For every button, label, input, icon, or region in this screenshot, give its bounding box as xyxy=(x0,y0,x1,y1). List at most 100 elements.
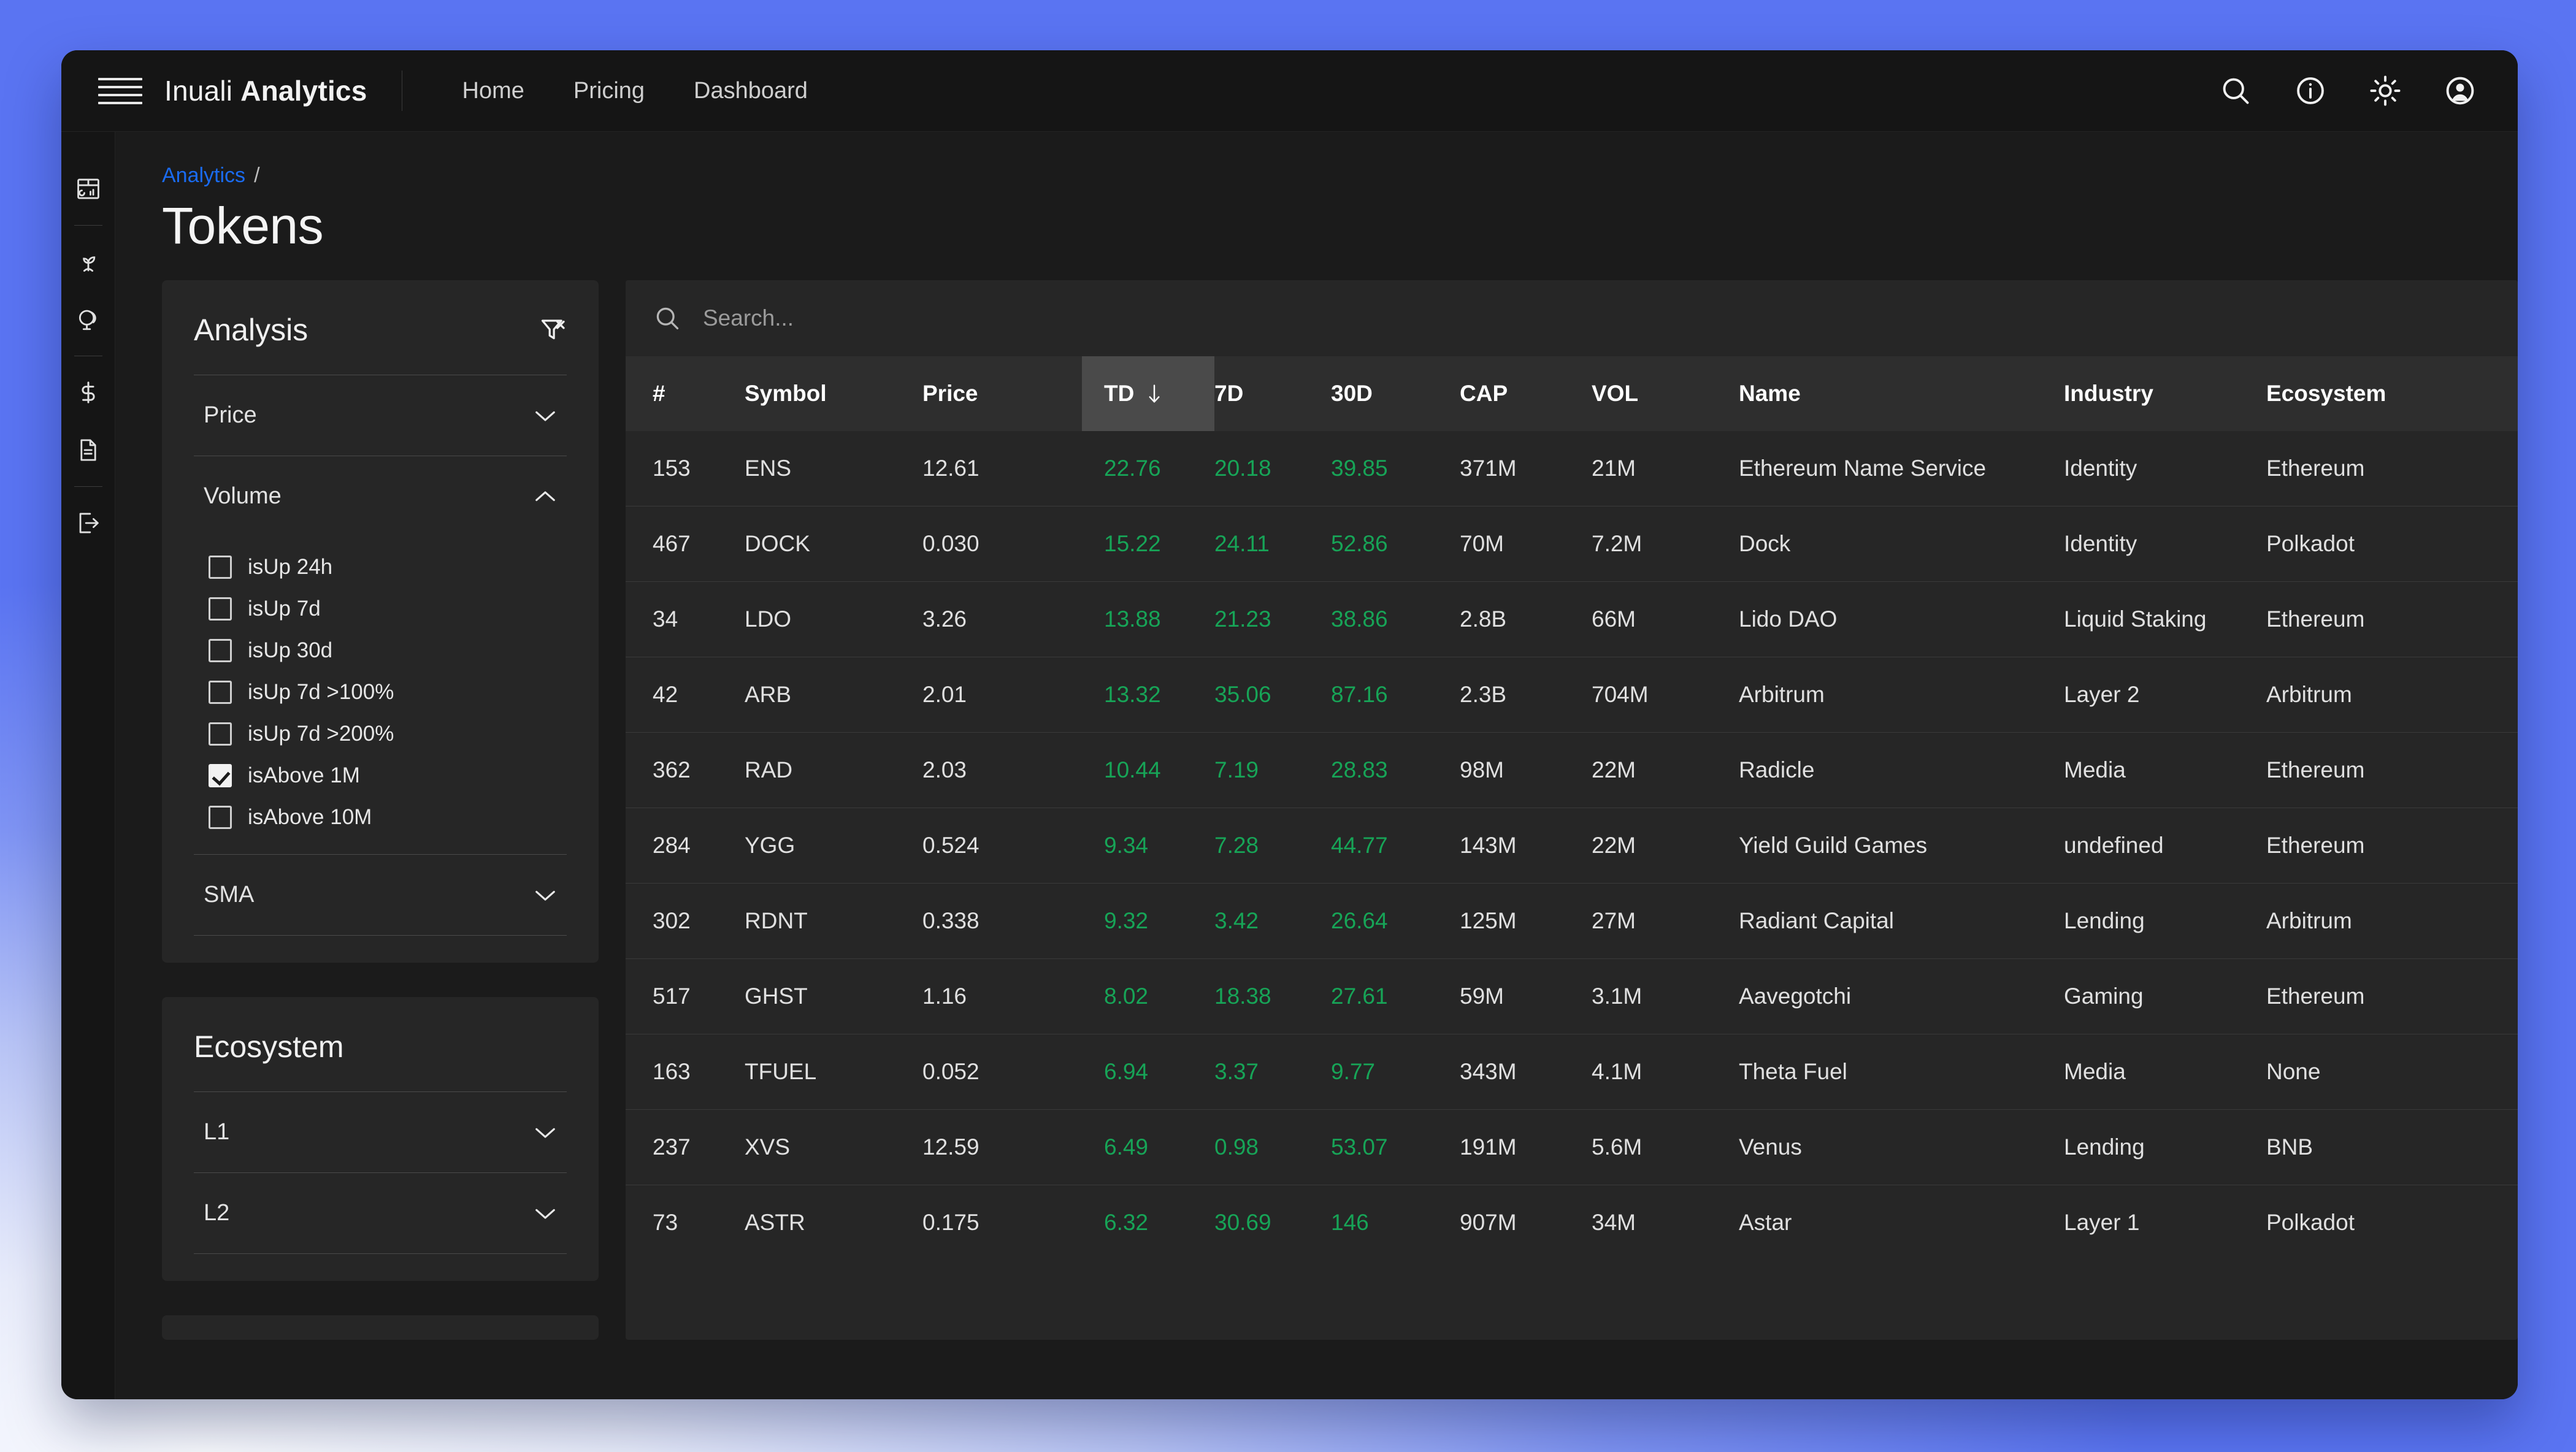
breadcrumb-separator: / xyxy=(254,164,260,187)
column-header-symbol[interactable]: Symbol xyxy=(745,356,922,431)
cell-symbol: GHST xyxy=(745,958,922,1034)
table-head: # Symbol Price TD 7D 30D CAP VOL Name In… xyxy=(626,356,2518,431)
cell-symbol: ENS xyxy=(745,456,792,481)
cell-d7: 3.37 xyxy=(1214,1034,1331,1110)
checkbox-is-above-10m[interactable]: isAbove 10M xyxy=(209,797,567,838)
cell-vol: 5.6M xyxy=(1592,1109,1739,1185)
dashboard-icon[interactable] xyxy=(75,176,101,202)
cell-rank: 517 xyxy=(626,958,745,1034)
checkbox-is-up-30d[interactable]: isUp 30d xyxy=(209,630,567,671)
cell-price: 1.16 xyxy=(922,958,1082,1034)
globe-icon[interactable] xyxy=(75,307,101,332)
column-header-rank[interactable]: # xyxy=(626,356,745,431)
table-row[interactable]: 302 RDNT 0.338 9.32 3.42 26.64 125M 27M Radiant … xyxy=(626,883,2518,959)
cell-ecosystem: Arbitrum xyxy=(2266,883,2518,959)
dollar-icon[interactable] xyxy=(75,380,101,405)
cell-symbol: DOCK xyxy=(745,506,922,582)
icon-sidebar xyxy=(61,132,115,1399)
cell-name: Ethereum Name Service xyxy=(1739,456,1987,481)
accordion-price[interactable]: Price xyxy=(194,375,567,456)
column-header-industry[interactable]: Industry xyxy=(2064,356,2266,431)
search-icon[interactable] xyxy=(2220,75,2252,107)
brand-logo[interactable]: Inuali Analytics xyxy=(164,74,367,107)
cell-rank: 237 xyxy=(626,1109,745,1185)
cell-rank: 153 xyxy=(653,456,691,481)
checkbox-is-above-1m[interactable]: isAbove 1M xyxy=(209,755,567,797)
sprout-icon[interactable] xyxy=(75,249,101,275)
table-row[interactable]: 284 YGG 0.524 9.34 7.28 44.77 143M 22M Yield Gui… xyxy=(626,808,2518,884)
table-row[interactable]: 153 ENS 12.61 22.76 20.18 39.85 371M 21M Ethereu… xyxy=(626,431,2518,506)
cell-price: 0.338 xyxy=(922,883,1082,959)
cell-ecosystem: Polkadot xyxy=(2266,506,2518,582)
cell-td: 13.32 xyxy=(1082,657,1214,733)
breadcrumb-link-analytics[interactable]: Analytics xyxy=(162,164,245,187)
nav-item-home[interactable]: Home xyxy=(438,78,549,104)
checkbox-is-up-7d-over-100[interactable]: isUp 7d >100% xyxy=(209,671,567,713)
table-row[interactable]: 467 DOCK 0.030 15.22 24.11 52.86 70M 7.2M Dock Id… xyxy=(626,506,2518,582)
checkbox-label: isAbove 1M xyxy=(248,763,360,787)
top-navigation-bar: Inuali Analytics Home Pricing Dashboard xyxy=(61,50,2518,132)
column-header-ecosystem[interactable]: Ecosystem xyxy=(2266,356,2518,431)
logout-icon[interactable] xyxy=(75,510,101,536)
column-header-7d[interactable]: 7D xyxy=(1214,356,1331,431)
document-icon[interactable] xyxy=(75,437,101,463)
info-icon[interactable] xyxy=(2294,75,2326,107)
table-row[interactable]: 362 RAD 2.03 10.44 7.19 28.83 98M 22M Radicle Med… xyxy=(626,732,2518,808)
column-header-price[interactable]: Price xyxy=(922,356,1082,431)
nav-item-dashboard[interactable]: Dashboard xyxy=(669,78,832,104)
filter-off-icon[interactable] xyxy=(539,316,567,344)
table-row[interactable]: 34 LDO 3.26 13.88 21.23 38.86 2.8B 66M Lido DAO L… xyxy=(626,581,2518,657)
accordion-sma[interactable]: SMA xyxy=(194,855,567,935)
table-row[interactable]: 42 ARB 2.01 13.32 35.06 87.16 2.3B 704M Arbitrum… xyxy=(626,657,2518,733)
chevron-down-icon xyxy=(535,411,555,421)
checkbox-is-up-7d[interactable]: isUp 7d xyxy=(209,588,567,630)
table-row[interactable]: 517 GHST 1.16 8.02 18.38 27.61 59M 3.1M Aavegotc… xyxy=(626,958,2518,1034)
accordion-l2[interactable]: L2 xyxy=(194,1173,567,1253)
rail-divider xyxy=(74,486,102,487)
menu-icon[interactable] xyxy=(98,77,142,104)
search-input[interactable] xyxy=(702,305,2289,332)
column-header-cap[interactable]: CAP xyxy=(1460,356,1592,431)
table-header-row: # Symbol Price TD 7D 30D CAP VOL Name In… xyxy=(626,356,2518,431)
account-icon[interactable] xyxy=(2444,75,2476,107)
nav-item-pricing[interactable]: Pricing xyxy=(549,78,669,104)
checkbox-is-up-7d-over-200[interactable]: isUp 7d >200% xyxy=(209,713,567,755)
cell-cap: 98M xyxy=(1460,732,1592,808)
column-header-vol[interactable]: VOL xyxy=(1592,356,1739,431)
column-header-name[interactable]: Name xyxy=(1739,356,2064,431)
checkbox-label: isUp 30d xyxy=(248,638,333,662)
cell-d7: 21.23 xyxy=(1214,581,1331,657)
cell-price: 12.61 xyxy=(922,456,979,481)
column-header-30d[interactable]: 30D xyxy=(1331,356,1460,431)
table-row[interactable]: 73 ASTR 0.175 6.32 30.69 146 907M 34M Astar Layer… xyxy=(626,1185,2518,1260)
cell-d30: 27.61 xyxy=(1331,958,1460,1034)
column-header-td[interactable]: TD xyxy=(1082,356,1214,431)
tokens-table: # Symbol Price TD 7D 30D CAP VOL Name In… xyxy=(626,356,2518,1260)
cell-td: 6.94 xyxy=(1082,1034,1214,1110)
cell-name: Radicle xyxy=(1739,732,2064,808)
cell-price: 0.524 xyxy=(922,808,1082,884)
cell-symbol: YGG xyxy=(745,808,922,884)
cell-vol: 4.1M xyxy=(1592,1034,1739,1110)
checkbox-is-up-24h[interactable]: isUp 24h xyxy=(209,546,567,588)
cell-price: 3.26 xyxy=(922,581,1082,657)
cell-symbol: RDNT xyxy=(745,883,922,959)
divider xyxy=(194,935,567,936)
accordion-volume[interactable]: Volume xyxy=(194,456,567,537)
cell-industry: Identity xyxy=(2064,456,2137,481)
cell-vol: 7.2M xyxy=(1592,506,1739,582)
cell-price: 0.175 xyxy=(922,1185,1082,1260)
table-row[interactable]: 237 XVS 12.59 6.49 0.98 53.07 191M 5.6M Venus Len… xyxy=(626,1109,2518,1185)
cell-rank: 163 xyxy=(626,1034,745,1110)
table-row[interactable]: 163 TFUEL 0.052 6.94 3.37 9.77 343M 4.1M Theta F… xyxy=(626,1034,2518,1110)
cell-td: 13.88 xyxy=(1082,581,1214,657)
cell-d30: 39.85 xyxy=(1331,456,1388,481)
cell-name: Lido DAO xyxy=(1739,581,2064,657)
app-body: Analytics / Tokens Analysis Price Volume… xyxy=(61,132,2518,1399)
filters-sidebar: Analysis Price Volume isUp 24h isUp 7d i… xyxy=(162,280,599,1340)
accordion-l1[interactable]: L1 xyxy=(194,1092,567,1172)
cell-d7: 24.11 xyxy=(1214,506,1331,582)
cell-td: 9.34 xyxy=(1082,808,1214,884)
brightness-icon[interactable] xyxy=(2369,75,2401,107)
cell-name: Venus xyxy=(1739,1109,2064,1185)
